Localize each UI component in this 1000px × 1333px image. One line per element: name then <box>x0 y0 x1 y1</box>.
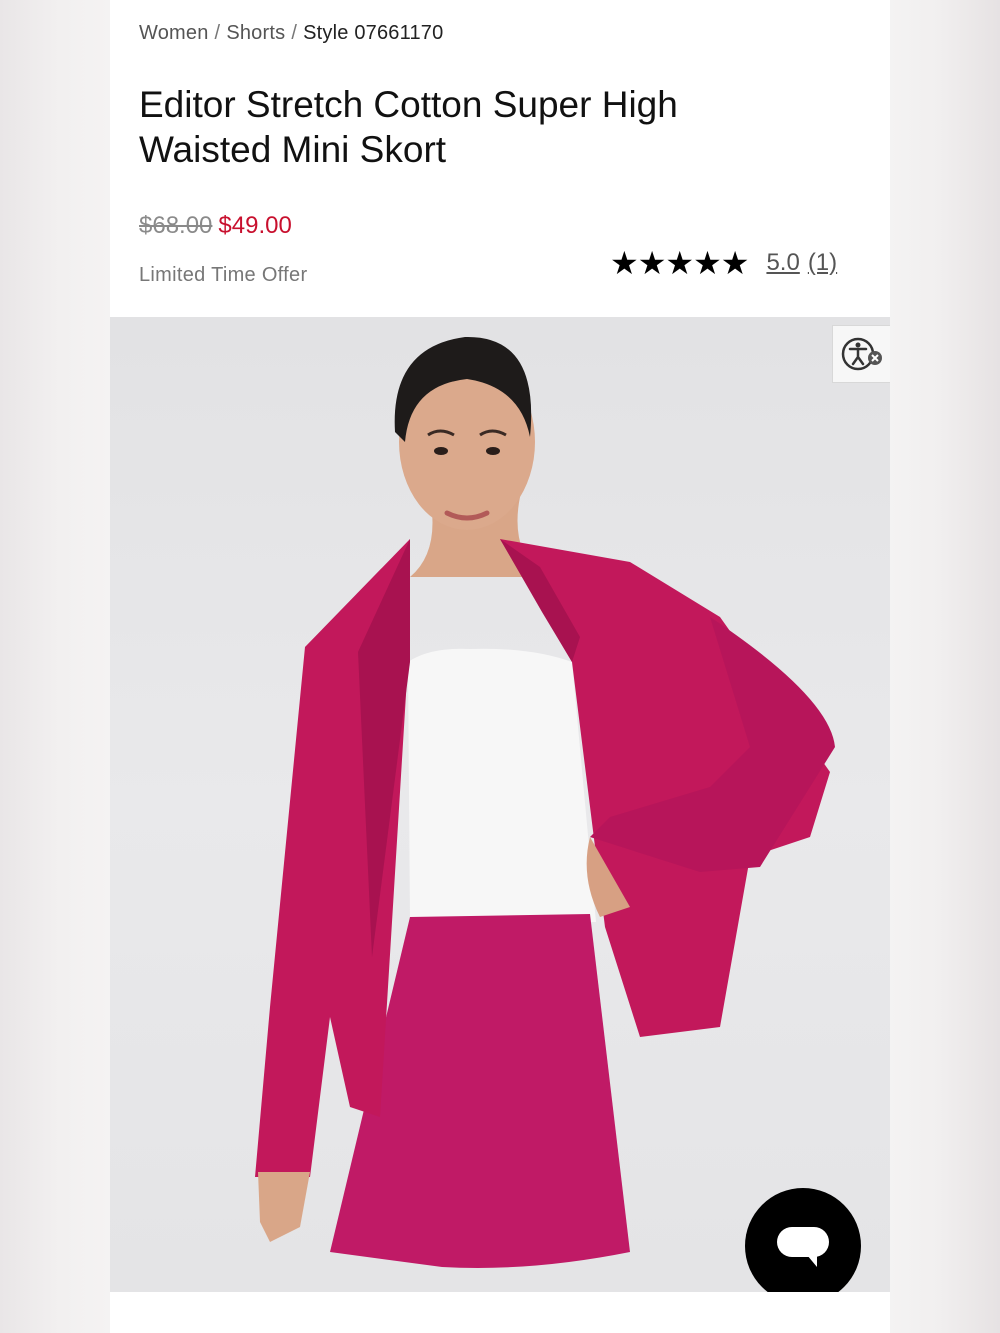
model-illustration <box>255 336 835 1268</box>
chat-button[interactable] <box>745 1188 861 1292</box>
product-page: Women / Shorts / Style 07661170 Editor Stret… <box>110 0 890 1333</box>
rating-text: 5.0 (1) <box>766 249 837 277</box>
original-price: $68.00 <box>139 212 213 239</box>
model-photo <box>110 317 890 1292</box>
breadcrumb-women[interactable]: Women <box>139 22 209 44</box>
bottom-area <box>110 1292 890 1333</box>
review-count[interactable]: (1) <box>808 249 837 276</box>
rating[interactable]: ★★★★★ 5.0 (1) <box>610 245 837 281</box>
price-block: $68.00 $49.00 <box>139 212 292 240</box>
sale-price: $49.00 <box>218 212 292 239</box>
offer-label: Limited Time Offer <box>139 264 308 286</box>
breadcrumb: Women / Shorts / Style 07661170 <box>139 22 443 45</box>
breadcrumb-separator: / <box>214 22 221 44</box>
breadcrumb-shorts[interactable]: Shorts <box>226 22 285 44</box>
accessibility-button[interactable] <box>832 325 890 383</box>
product-image[interactable] <box>110 317 890 1292</box>
accessibility-icon <box>841 337 882 371</box>
product-title: Editor Stretch Cotton Super High Waisted… <box>139 84 678 170</box>
star-rating-icon: ★★★★★ <box>610 245 749 281</box>
breadcrumb-current: Style 07661170 <box>303 22 444 44</box>
breadcrumb-separator: / <box>291 22 298 44</box>
chat-icon <box>777 1227 829 1267</box>
rating-score[interactable]: 5.0 <box>766 249 799 276</box>
